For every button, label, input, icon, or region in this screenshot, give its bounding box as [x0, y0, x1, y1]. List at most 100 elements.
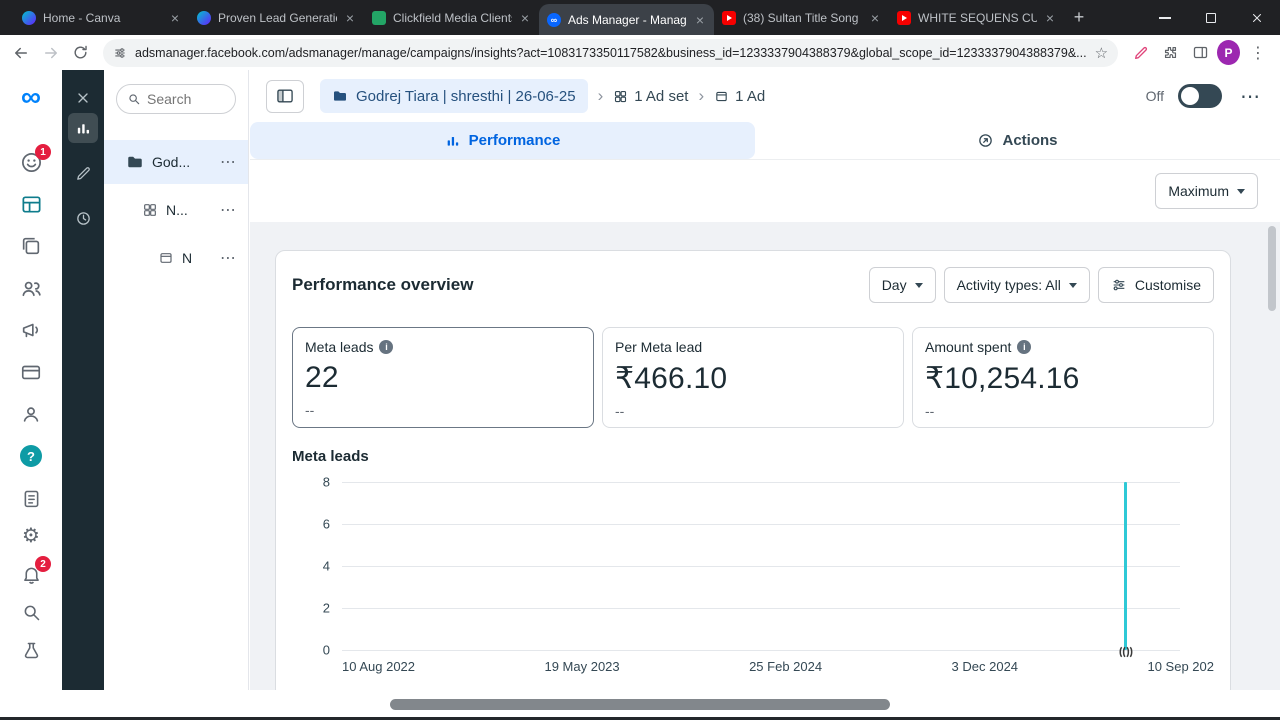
bar-chart-icon — [75, 120, 92, 137]
back-button[interactable] — [8, 39, 34, 67]
breadcrumb-ad[interactable]: 1 Ad — [714, 88, 765, 105]
account-person-icon[interactable] — [19, 402, 43, 426]
window-maximize-button[interactable] — [1188, 0, 1234, 35]
reload-icon — [72, 44, 89, 61]
address-bar[interactable]: adsmanager.facebook.com/adsmanager/manag… — [103, 39, 1118, 67]
breadcrumb-ad-label: 1 Ad — [735, 88, 765, 105]
browser-tab[interactable]: Home - Canva × — [14, 0, 189, 35]
customise-button[interactable]: Customise — [1098, 267, 1214, 303]
metric-tile-per-meta-lead[interactable]: Per Meta lead ₹466.10 -- — [602, 327, 904, 428]
info-icon[interactable]: i — [379, 340, 393, 354]
tab-close-icon[interactable]: × — [344, 10, 356, 26]
site-info-icon[interactable] — [113, 46, 127, 60]
tree-search-box[interactable] — [116, 84, 236, 114]
extensions-button[interactable] — [1158, 39, 1184, 67]
browser-tab[interactable]: WHITE SEQUENS CUTDAN × — [889, 0, 1064, 35]
tree-item-ad[interactable]: N ⋯ — [104, 236, 248, 280]
billing-card-icon[interactable] — [19, 360, 43, 384]
url-text[interactable]: adsmanager.facebook.com/adsmanager/manag… — [135, 46, 1087, 60]
grid-icon — [142, 202, 158, 218]
side-panel-button[interactable] — [1187, 39, 1213, 67]
reports-icon[interactable] — [19, 486, 43, 510]
toggle-knob — [1181, 87, 1199, 105]
maximum-dropdown[interactable]: Maximum — [1155, 173, 1258, 209]
bookmark-star-icon[interactable]: ☆ — [1095, 44, 1108, 62]
campaigns-table-icon[interactable] — [19, 192, 43, 216]
ad-status-toggle[interactable] — [1178, 84, 1222, 108]
tab-actions-label: Actions — [1002, 132, 1057, 149]
home-badge: 1 — [35, 144, 51, 160]
tab-close-icon[interactable]: × — [1044, 10, 1056, 26]
window-minimize-button[interactable] — [1142, 0, 1188, 35]
side-panel-icon — [1192, 44, 1209, 61]
settings-gear-icon[interactable]: ⚙ — [19, 524, 43, 548]
extension-pen-button[interactable] — [1128, 39, 1154, 67]
day-dropdown[interactable]: Day — [869, 267, 936, 303]
history-button[interactable] — [68, 203, 98, 233]
tab-close-icon[interactable]: × — [169, 10, 181, 26]
actions-circle-arrow-icon — [977, 132, 994, 149]
close-panel-button[interactable] — [68, 83, 98, 113]
notifications-bell-icon[interactable]: 2 — [19, 562, 43, 586]
close-icon — [75, 90, 91, 106]
window-close-button[interactable] — [1234, 0, 1280, 35]
browser-menu-button[interactable]: ⋮ — [1244, 43, 1272, 63]
chevron-down-icon — [1069, 283, 1077, 288]
chart-spike — [1124, 482, 1127, 650]
account-overview-icon[interactable]: 1 — [19, 150, 43, 174]
reload-button[interactable] — [67, 39, 93, 67]
header-more-options-icon[interactable]: ⋯ — [1236, 84, 1264, 109]
ads-megaphone-icon[interactable] — [19, 318, 43, 342]
new-tab-button[interactable]: + — [1064, 0, 1094, 35]
tree-search-input[interactable] — [147, 91, 217, 107]
collapse-panel-button[interactable] — [266, 80, 304, 113]
chevron-down-icon — [1237, 189, 1245, 194]
chevron-down-icon — [915, 283, 923, 288]
forward-button[interactable] — [38, 39, 64, 67]
status-label: Off — [1146, 88, 1164, 104]
horizontal-scrollbar[interactable] — [390, 699, 890, 710]
vertical-scrollbar[interactable] — [1268, 226, 1276, 311]
x-tick-label: 10 Sep 202 — [1147, 659, 1214, 674]
more-options-icon[interactable]: ⋯ — [220, 248, 236, 268]
breadcrumb-adset[interactable]: 1 Ad set — [613, 88, 688, 105]
audiences-icon[interactable] — [19, 276, 43, 300]
experiments-flask-icon[interactable] — [19, 638, 43, 662]
tab-title: Home - Canva — [43, 11, 162, 25]
minimize-icon — [1159, 17, 1171, 19]
metric-secondary: -- — [305, 402, 581, 418]
metric-tiles: Meta leads i 22 -- Per Meta lead ₹466.10… — [292, 327, 1214, 428]
pages-icon[interactable] — [19, 234, 43, 258]
metric-tile-meta-leads[interactable]: Meta leads i 22 -- — [292, 327, 594, 428]
more-options-icon[interactable]: ⋯ — [220, 200, 236, 220]
tab-performance-label: Performance — [469, 132, 561, 149]
tree-item-adset[interactable]: N... ⋯ — [104, 188, 248, 232]
info-icon[interactable]: i — [1017, 340, 1031, 354]
profile-avatar[interactable]: P — [1217, 40, 1240, 65]
more-options-icon[interactable]: ⋯ — [220, 152, 236, 172]
metric-label: Meta leads — [305, 339, 373, 355]
help-button[interactable]: ? — [19, 444, 43, 468]
gridline — [342, 566, 1180, 567]
edit-button[interactable] — [68, 158, 98, 188]
tab-close-icon[interactable]: × — [519, 10, 531, 26]
browser-tab[interactable]: (38) Sultan Title Song | Sal × — [714, 0, 889, 35]
tab-performance[interactable]: Performance — [250, 122, 755, 159]
tab-close-icon[interactable]: × — [869, 10, 881, 26]
activity-types-dropdown[interactable]: Activity types: All — [944, 267, 1090, 303]
breadcrumb-campaign[interactable]: Godrej Tiara | shresthi | 26-06-25 — [320, 79, 588, 113]
insights-charts-button[interactable] — [68, 113, 98, 143]
browser-tab[interactable]: Proven Lead Generation St × — [189, 0, 364, 35]
browser-tab-active[interactable]: ∞ Ads Manager - Manage ad × — [539, 4, 714, 35]
search-rail-icon[interactable] — [19, 600, 43, 624]
tab-close-icon[interactable]: × — [694, 12, 706, 28]
grid-icon — [613, 89, 628, 104]
browser-tab[interactable]: Clickfield Media Clients - × — [364, 0, 539, 35]
gridline — [342, 608, 1180, 609]
meta-logo-icon[interactable]: ∞ — [21, 82, 41, 112]
tab-actions[interactable]: Actions — [755, 122, 1280, 159]
metric-tile-amount-spent[interactable]: Amount spent i ₹10,254.16 -- — [912, 327, 1214, 428]
sliders-icon — [1111, 277, 1127, 293]
tree-item-campaign[interactable]: God... ⋯ — [104, 140, 248, 184]
tab-title: Clickfield Media Clients - — [393, 11, 512, 25]
